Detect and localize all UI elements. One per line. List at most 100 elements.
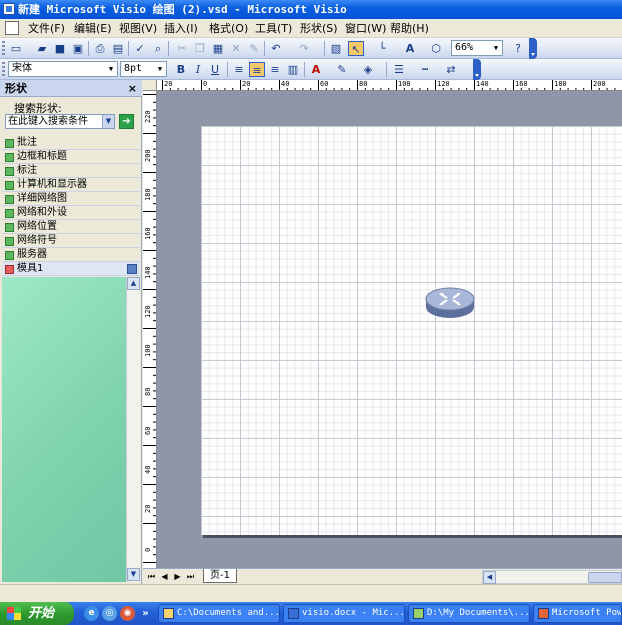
format-painter-icon[interactable]: ✎ bbox=[246, 41, 262, 56]
toolbar-grip[interactable] bbox=[2, 62, 5, 77]
menu-edit[interactable]: 编辑(E) bbox=[71, 21, 115, 36]
stencil-item[interactable]: 边框和标题 bbox=[2, 150, 140, 164]
ruler-label: 100 bbox=[398, 80, 411, 88]
stencil-icon bbox=[5, 223, 14, 232]
vertical-ruler[interactable]: 220 200 180 160 140 120 100 80 60 40 20 … bbox=[143, 91, 157, 568]
show-desktop-icon[interactable]: ◎ bbox=[102, 606, 117, 621]
italic-button[interactable]: I bbox=[190, 62, 206, 77]
stencil-item-active[interactable]: 模具1 bbox=[2, 262, 140, 276]
connector-tool-icon[interactable]: └ bbox=[374, 41, 390, 56]
stencil-item[interactable]: 网络和外设 bbox=[2, 206, 140, 220]
pointer-tool-icon[interactable]: ↖ bbox=[348, 41, 364, 56]
task-button[interactable]: C:\Documents and... bbox=[158, 604, 280, 623]
internet-explorer-icon[interactable]: e bbox=[84, 606, 99, 621]
stencil-item[interactable]: 网络符号 bbox=[2, 234, 140, 248]
line-pattern-icon[interactable]: ┅ bbox=[417, 62, 433, 77]
menu-file[interactable]: 文件(F) bbox=[25, 21, 68, 36]
menu-format[interactable]: 格式(O) bbox=[206, 21, 251, 36]
ruler-label: 80 bbox=[144, 387, 152, 396]
page-tab[interactable]: 页-1 bbox=[203, 569, 237, 583]
drawing-canvas[interactable] bbox=[157, 91, 622, 568]
line-ends-icon[interactable]: ⇄ bbox=[443, 62, 459, 77]
stencil-item[interactable]: 服务器 bbox=[2, 248, 140, 262]
browser-icon[interactable]: ◉ bbox=[120, 606, 135, 621]
menu-help[interactable]: 帮助(H) bbox=[387, 21, 432, 36]
router-shape[interactable] bbox=[424, 283, 476, 321]
task-button[interactable]: D:\My Documents\... bbox=[408, 604, 530, 623]
print-preview-icon[interactable]: ▤ bbox=[110, 41, 126, 56]
scroll-up-icon[interactable]: ▲ bbox=[127, 277, 140, 290]
fill-color-icon[interactable]: ◈ bbox=[360, 62, 376, 77]
scrollbar-thumb[interactable] bbox=[588, 572, 622, 583]
font-color-icon[interactable]: A bbox=[308, 62, 324, 77]
font-size-combo[interactable]: 8pt ▼ bbox=[120, 61, 167, 77]
scroll-left-icon[interactable]: ◀ bbox=[483, 571, 496, 584]
stencil-scrollbar[interactable]: ▲ ▼ bbox=[126, 277, 140, 582]
permission-icon[interactable]: ▣ bbox=[70, 41, 86, 56]
quick-launch-more-icon[interactable]: » bbox=[138, 606, 153, 621]
horizontal-scrollbar[interactable]: ◀ bbox=[482, 570, 622, 584]
help-icon[interactable]: ? bbox=[510, 41, 526, 56]
menu-shape[interactable]: 形状(S) bbox=[297, 21, 341, 36]
stencil-icon[interactable]: ▧ bbox=[328, 41, 344, 56]
next-page-icon[interactable]: ▶ bbox=[173, 571, 182, 582]
task-button[interactable]: visio.docx - Mic... bbox=[283, 604, 405, 623]
stencil-item[interactable]: 批注 bbox=[2, 136, 140, 150]
stencil-item[interactable]: 网络位置 bbox=[2, 220, 140, 234]
task-button[interactable]: Microsoft Power bbox=[533, 604, 622, 623]
visio-app-icon[interactable] bbox=[3, 3, 15, 15]
toolbar-options-icon[interactable] bbox=[529, 38, 537, 59]
save-icon[interactable]: ■ bbox=[52, 41, 68, 56]
align-center-icon[interactable]: ≡ bbox=[249, 62, 265, 77]
scroll-down-icon[interactable]: ▼ bbox=[127, 568, 140, 581]
line-color-icon[interactable]: ✎ bbox=[334, 62, 350, 77]
drawing-page[interactable] bbox=[201, 126, 622, 535]
align-right-icon[interactable]: ≡ bbox=[267, 62, 283, 77]
spelling-icon[interactable]: ✓ bbox=[132, 41, 148, 56]
copy-icon[interactable]: ❐ bbox=[192, 41, 208, 56]
stencil-item[interactable]: 计算机和显示器 bbox=[2, 178, 140, 192]
chevron-down-icon[interactable]: ▼ bbox=[102, 115, 114, 128]
bold-button[interactable]: B bbox=[173, 62, 189, 77]
toolbar-options-icon[interactable] bbox=[473, 59, 481, 80]
close-icon[interactable]: × bbox=[128, 80, 137, 97]
new-icon[interactable]: ▭ bbox=[8, 41, 24, 56]
cut-icon[interactable]: ✂ bbox=[174, 41, 190, 56]
document-icon[interactable] bbox=[5, 21, 19, 35]
undo-icon[interactable]: ↶ bbox=[268, 41, 284, 56]
menu-view[interactable]: 视图(V) bbox=[116, 21, 160, 36]
stencil-item[interactable]: 标注 bbox=[2, 164, 140, 178]
ruler-corner[interactable] bbox=[143, 80, 157, 91]
search-input[interactable]: 在此键入搜索条件 ▼ bbox=[5, 114, 115, 129]
last-page-icon[interactable]: ⏭ bbox=[186, 571, 195, 582]
delete-icon[interactable]: ✕ bbox=[228, 41, 244, 56]
shapes-icon[interactable]: ⬡ bbox=[428, 41, 444, 56]
research-icon[interactable]: ⌕ bbox=[150, 41, 166, 56]
chevron-down-icon[interactable]: ▼ bbox=[105, 62, 117, 76]
font-combo[interactable]: 宋体 ▼ bbox=[8, 61, 118, 77]
stencil-shapes-area[interactable] bbox=[2, 277, 126, 582]
toolbar-grip[interactable] bbox=[2, 41, 5, 56]
print-icon[interactable]: ⎙ bbox=[92, 41, 108, 56]
chevron-down-icon[interactable]: ▼ bbox=[154, 62, 166, 76]
stencil-item[interactable]: 详细网络图 bbox=[2, 192, 140, 206]
justify-icon[interactable]: ▥ bbox=[285, 62, 301, 77]
menu-tools[interactable]: 工具(T) bbox=[252, 21, 295, 36]
paste-icon[interactable]: ▦ bbox=[210, 41, 226, 56]
horizontal-ruler[interactable]: 20 0 20 40 60 80 100 120 140 160 180 200 bbox=[157, 80, 622, 91]
previous-page-icon[interactable]: ◀ bbox=[160, 571, 169, 582]
text-tool-icon[interactable]: A bbox=[402, 41, 418, 56]
menu-window[interactable]: 窗口(W) bbox=[342, 21, 389, 36]
menu-insert[interactable]: 插入(I) bbox=[161, 21, 201, 36]
redo-icon[interactable]: ↷ bbox=[296, 41, 312, 56]
save-stencil-icon[interactable] bbox=[127, 264, 137, 274]
start-button[interactable]: 开始 bbox=[0, 602, 74, 625]
first-page-icon[interactable]: ⏮ bbox=[147, 571, 156, 582]
chevron-down-icon[interactable]: ▼ bbox=[490, 41, 502, 55]
align-left-icon[interactable]: ≡ bbox=[231, 62, 247, 77]
line-weight-icon[interactable]: ☰ bbox=[391, 62, 407, 77]
zoom-combo[interactable]: 66% ▼ bbox=[451, 40, 503, 56]
open-icon[interactable]: ▰ bbox=[34, 41, 50, 56]
search-go-button[interactable]: ➔ bbox=[119, 114, 134, 129]
underline-button[interactable]: U bbox=[207, 62, 223, 77]
